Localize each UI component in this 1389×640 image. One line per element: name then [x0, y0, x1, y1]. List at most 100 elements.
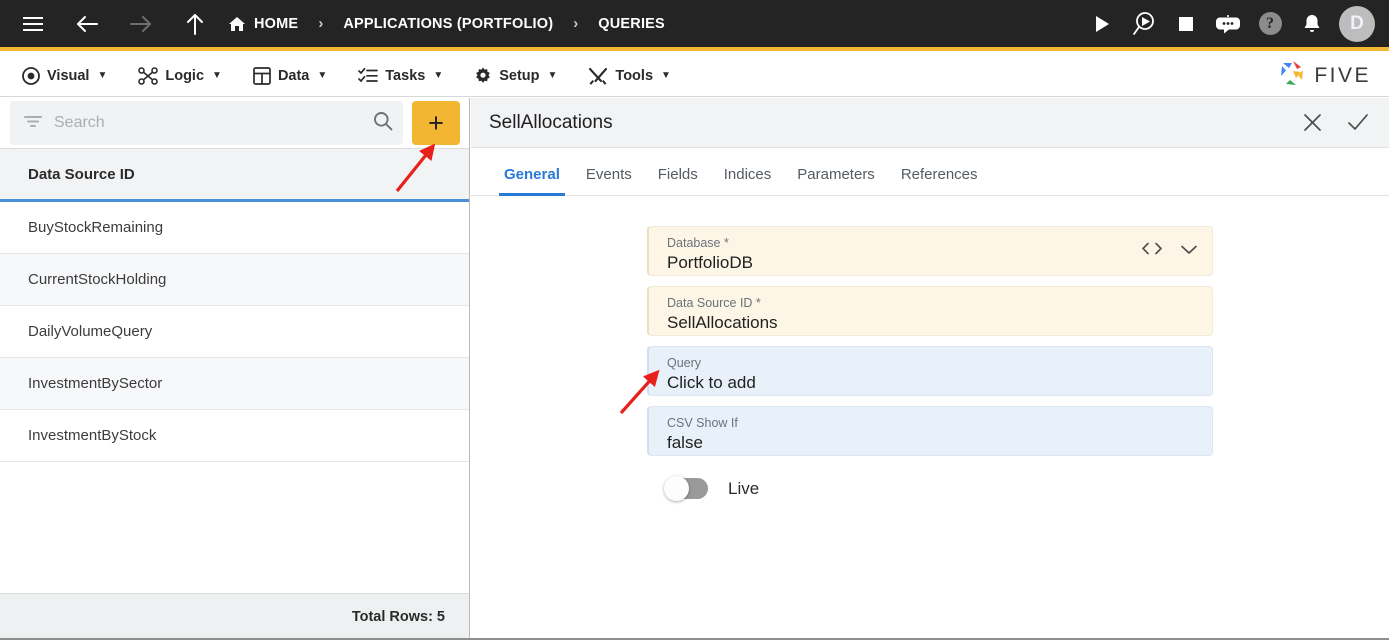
csv-show-if-field[interactable]: CSV Show If false: [647, 406, 1213, 456]
list-item[interactable]: BuyStockRemaining: [0, 202, 469, 254]
menu-item-tasks[interactable]: Tasks ▼: [349, 56, 452, 96]
breadcrumb-label-home: HOME: [254, 15, 299, 32]
tab-references[interactable]: References: [888, 166, 991, 195]
logic-nodes-icon: [138, 66, 159, 85]
tab-events[interactable]: Events: [573, 166, 645, 195]
search-toolbar: +: [0, 98, 469, 148]
search-icon[interactable]: [373, 111, 393, 136]
home-icon: [228, 16, 246, 32]
checklist-icon: [358, 67, 379, 85]
chevron-down-icon: ▼: [661, 70, 671, 81]
breadcrumb-label-applications: APPLICATIONS (PORTFOLIO): [343, 15, 554, 32]
app-root: HOME › APPLICATIONS (PORTFOLIO) › QUERIE…: [0, 0, 1389, 640]
menu-item-visual[interactable]: Visual ▼: [13, 56, 116, 96]
code-brackets-icon[interactable]: [1141, 242, 1163, 261]
run-icon[interactable]: [1087, 9, 1117, 39]
chevron-down-icon[interactable]: [1180, 242, 1198, 260]
chevron-down-icon: ▼: [317, 70, 328, 81]
menu-label-visual: Visual: [47, 67, 90, 84]
breadcrumb: HOME › APPLICATIONS (PORTFOLIO) › QUERIE…: [228, 15, 665, 32]
database-field-controls: [1141, 242, 1198, 261]
avatar[interactable]: D: [1339, 5, 1375, 42]
detail-panel: SellAllocations General Events Fields In…: [471, 98, 1389, 640]
detail-tabs: General Events Fields Indices Parameters…: [471, 148, 1389, 196]
live-toggle[interactable]: [664, 476, 708, 501]
chevron-down-icon: ▼: [212, 70, 222, 81]
forward-arrow-icon: [122, 5, 160, 43]
chevron-down-icon: ▼: [97, 70, 108, 81]
data-source-id-field-value: SellAllocations: [667, 312, 778, 332]
menu-item-data[interactable]: Data ▼: [244, 56, 336, 96]
tab-fields[interactable]: Fields: [645, 166, 711, 195]
data-source-list-panel: + Data Source ID BuyStockRemaining Curre…: [0, 98, 470, 640]
debug-icon[interactable]: [1129, 9, 1159, 39]
application-menu-bar: Visual ▼ Logic ▼ Data ▼ Tasks ▼ Setup ▼ …: [0, 55, 1389, 97]
menu-label-data: Data: [277, 67, 310, 84]
database-field-label: Database *: [667, 235, 729, 250]
live-toggle-row: Live: [647, 476, 1213, 501]
csv-show-if-field-label: CSV Show If: [667, 415, 738, 430]
notifications-bell-icon[interactable]: [1297, 9, 1327, 39]
list-item[interactable]: CurrentStockHolding: [0, 254, 469, 306]
chatbot-icon[interactable]: [1213, 9, 1243, 39]
detail-header-actions: [1299, 110, 1371, 136]
query-field-label: Query: [667, 355, 702, 370]
database-field[interactable]: Database * PortfolioDB: [647, 226, 1213, 276]
help-question-mark: ?: [1258, 12, 1282, 35]
breadcrumb-label-queries: QUERIES: [598, 15, 665, 32]
list-item[interactable]: InvestmentByStock: [0, 410, 469, 462]
breadcrumb-item-home[interactable]: HOME: [228, 16, 298, 32]
hamburger-menu-icon[interactable]: [14, 5, 52, 43]
top-navigation-bar: HOME › APPLICATIONS (PORTFOLIO) › QUERIE…: [0, 0, 1389, 51]
search-box[interactable]: [10, 101, 403, 145]
table-grid-icon: [253, 66, 271, 85]
top-bar-actions: ? D: [1087, 5, 1389, 42]
menu-label-logic: Logic: [165, 67, 205, 84]
breadcrumb-item-applications[interactable]: APPLICATIONS (PORTFOLIO): [343, 16, 553, 32]
up-arrow-icon[interactable]: [176, 5, 214, 43]
eye-icon: [22, 66, 40, 85]
live-toggle-knob: [664, 476, 689, 501]
five-pinwheel-icon: [1278, 58, 1308, 93]
menu-label-tasks: Tasks: [385, 67, 426, 84]
query-field[interactable]: Query Click to add: [647, 346, 1213, 396]
confirm-check-icon[interactable]: [1345, 110, 1371, 136]
chevron-down-icon: ▼: [433, 70, 444, 81]
breadcrumb-item-queries[interactable]: QUERIES: [598, 16, 665, 32]
brand-name: FIVE: [1314, 63, 1371, 87]
tools-icon: [588, 67, 608, 85]
list-item[interactable]: InvestmentBySector: [0, 358, 469, 410]
page-title: SellAllocations: [489, 111, 613, 133]
brand-logo: FIVE: [1278, 58, 1389, 93]
chevron-down-icon: ▼: [547, 70, 558, 81]
stop-icon[interactable]: [1171, 9, 1201, 39]
filter-funnel-icon[interactable]: [24, 114, 42, 133]
live-toggle-label: Live: [728, 478, 760, 498]
tab-indices[interactable]: Indices: [711, 166, 785, 195]
menu-label-setup: Setup: [499, 67, 540, 84]
menu-label-tools: Tools: [615, 67, 654, 84]
list-item[interactable]: DailyVolumeQuery: [0, 306, 469, 358]
tab-parameters[interactable]: Parameters: [784, 166, 888, 195]
database-field-value: PortfolioDB: [667, 252, 753, 272]
data-source-id-field-label: Data Source ID *: [667, 295, 761, 310]
total-rows-footer: Total Rows: 5: [0, 593, 469, 640]
list-column-header[interactable]: Data Source ID: [0, 148, 469, 202]
menu-item-setup[interactable]: Setup ▼: [465, 56, 566, 96]
help-icon[interactable]: ?: [1255, 9, 1285, 39]
menu-item-logic[interactable]: Logic ▼: [129, 56, 231, 96]
add-button[interactable]: +: [412, 101, 460, 145]
gear-icon: [474, 67, 492, 85]
data-source-id-field[interactable]: Data Source ID * SellAllocations: [647, 286, 1213, 336]
back-arrow-icon[interactable]: [68, 5, 106, 43]
general-form: Database * PortfolioDB Data Source ID * …: [471, 196, 1389, 501]
list-empty-space: [0, 462, 469, 583]
breadcrumb-separator-1: ›: [318, 15, 324, 32]
detail-header: SellAllocations: [471, 98, 1389, 148]
csv-show-if-field-value: false: [667, 432, 703, 452]
menu-item-tools[interactable]: Tools ▼: [579, 56, 680, 96]
tab-general[interactable]: General: [491, 166, 573, 196]
close-icon[interactable]: [1299, 110, 1325, 136]
query-field-value: Click to add: [667, 372, 756, 392]
search-input[interactable]: [54, 114, 373, 132]
